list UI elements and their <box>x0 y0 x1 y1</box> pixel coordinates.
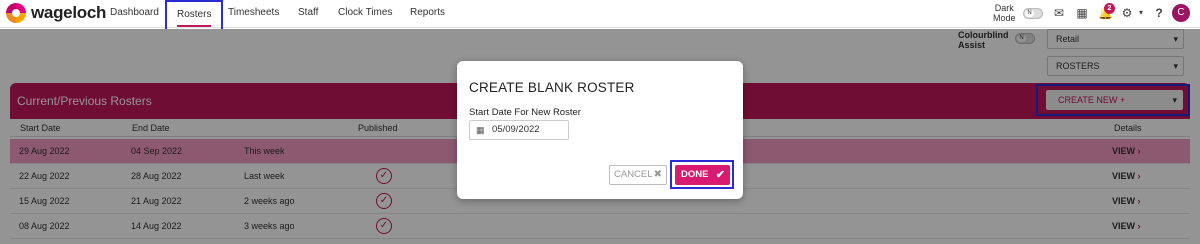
calendar-icon[interactable]: ▦ <box>1075 6 1089 20</box>
gear-icon[interactable]: ⚙ <box>1120 6 1134 20</box>
logo-icon <box>6 3 26 23</box>
dark-mode-label: Dark Mode <box>993 3 1016 23</box>
check-icon: ✔ <box>715 169 725 181</box>
cancel-button[interactable]: CANCEL ✖ <box>609 165 667 185</box>
start-date-input[interactable]: ▦ 05/09/2022 <box>469 120 569 140</box>
nav-reports[interactable]: Reports <box>410 7 445 18</box>
calendar-icon: ▦ <box>476 125 485 135</box>
active-tab-underline <box>177 25 211 27</box>
avatar[interactable]: C <box>1172 4 1190 22</box>
create-roster-modal: CREATE BLANK ROSTER Start Date For New R… <box>457 61 743 199</box>
close-icon: ✖ <box>653 169 662 180</box>
chevron-down-icon[interactable]: ▾ <box>1134 6 1148 20</box>
help-icon[interactable]: ? <box>1152 6 1166 20</box>
nav-timesheets[interactable]: Timesheets <box>228 7 279 18</box>
brand-name: wageloch <box>31 3 107 22</box>
done-button[interactable]: DONE ✔ <box>675 165 730 185</box>
nav-staff[interactable]: Staff <box>298 7 318 18</box>
done-focus[interactable]: DONE ✔ <box>670 160 734 189</box>
notification-badge: 2 <box>1104 3 1115 14</box>
dark-mode-state: N <box>1025 10 1034 17</box>
start-date-label: Start Date For New Roster <box>469 107 581 118</box>
modal-title: CREATE BLANK ROSTER <box>469 80 635 95</box>
mail-icon[interactable]: ✉ <box>1052 6 1066 20</box>
nav-rosters[interactable]: Rosters <box>177 9 211 20</box>
top-navigation: wageloch Dashboard Rosters Timesheets St… <box>0 0 1200 32</box>
nav-clock-times[interactable]: Clock Times <box>338 7 392 18</box>
nav-rosters-focus[interactable]: Rosters <box>165 0 223 32</box>
nav-dashboard[interactable]: Dashboard <box>110 7 159 18</box>
brand-logo[interactable]: wageloch <box>6 3 106 23</box>
dark-mode-toggle[interactable]: N <box>1023 8 1043 19</box>
